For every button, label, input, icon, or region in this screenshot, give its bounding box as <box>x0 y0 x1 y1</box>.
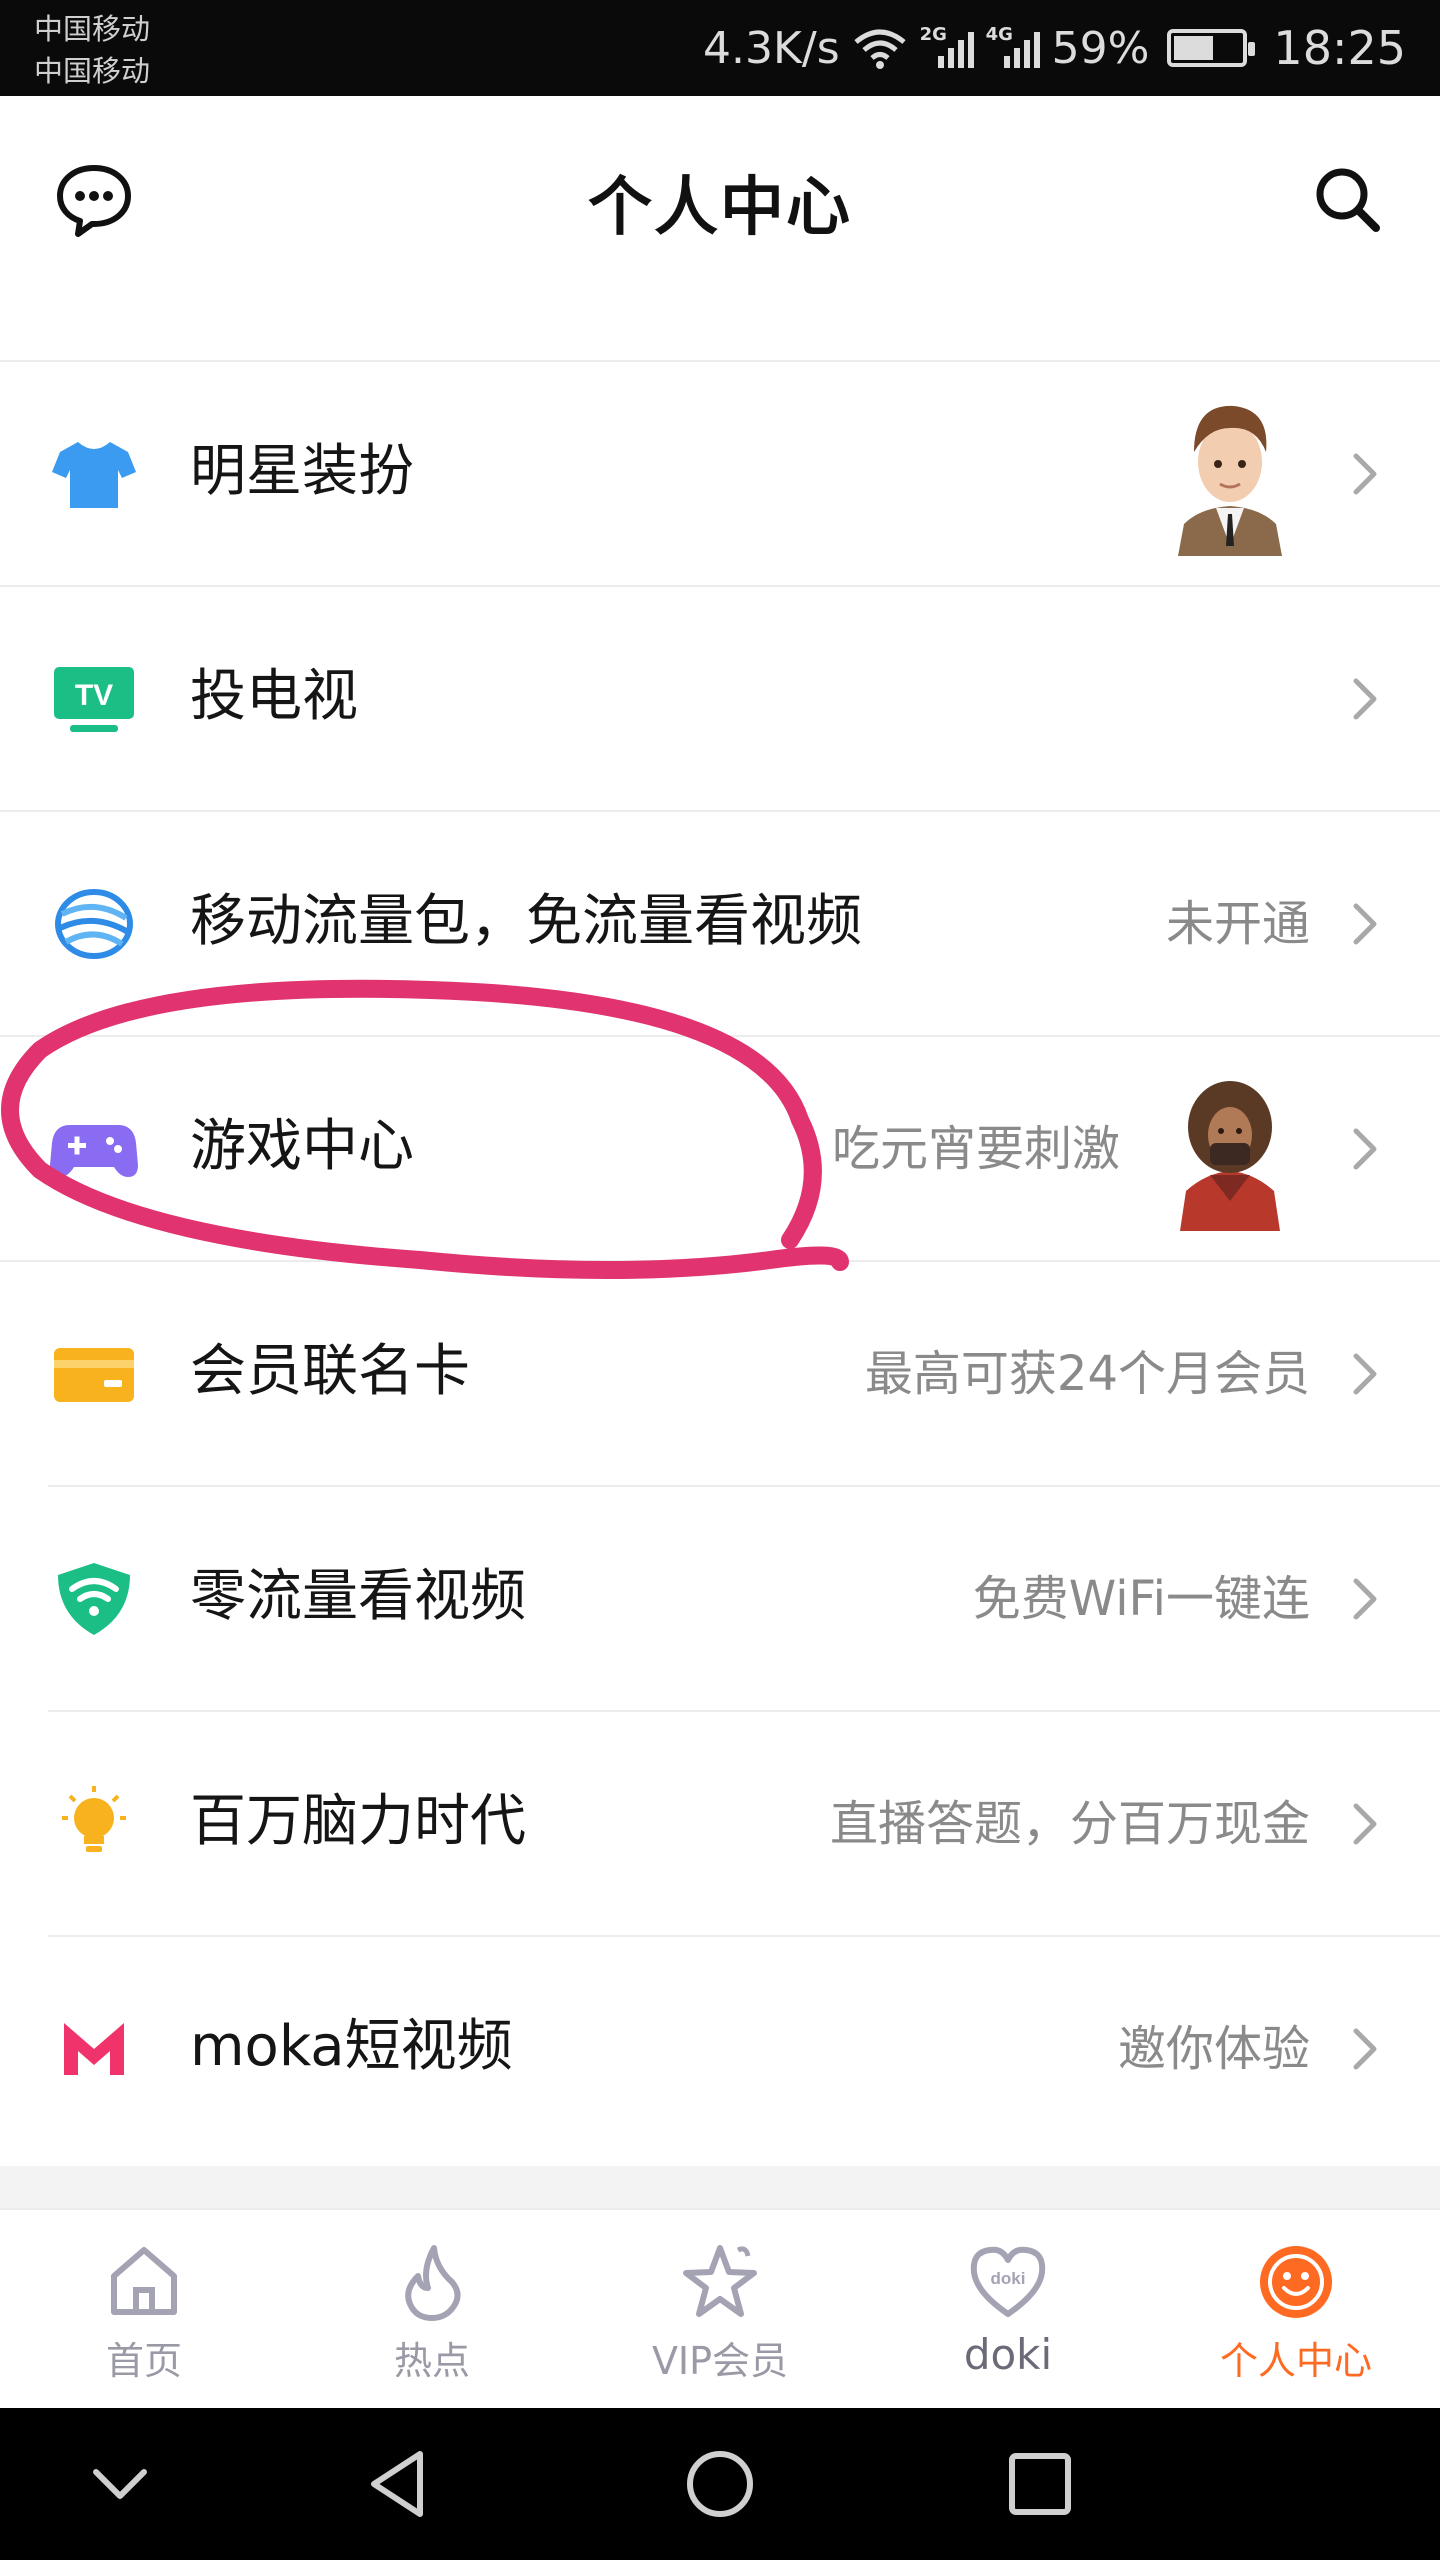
menu-item-brain-quiz[interactable]: 百万脑力时代 直播答题，分百万现金 <box>0 1712 1440 1937</box>
wifi-shield-icon <box>58 1563 130 1635</box>
recents-icon[interactable] <box>1000 2444 1080 2524</box>
card-icon <box>54 1348 134 1402</box>
system-nav-bar <box>0 2408 1440 2560</box>
home-icon <box>111 2247 177 2315</box>
menu-item-label: 游戏中心 <box>190 1114 414 1179</box>
menu-item-label: 百万脑力时代 <box>190 1789 526 1854</box>
smiley-icon <box>1260 2246 1332 2318</box>
chevron-right-icon <box>1353 903 1377 945</box>
chevron-right-icon <box>1353 1578 1377 1620</box>
menu-item-subtitle: 直播答题，分百万现金 <box>829 1796 1310 1852</box>
hide-keyboard-icon[interactable] <box>80 2444 160 2524</box>
game-character-image <box>1180 1081 1280 1231</box>
network-speed: 4.3K/s <box>703 22 840 74</box>
bottom-tab-bar: 首页 热点 VIP会员 doki doki 个人中心 <box>0 2208 1440 2408</box>
signal-4g-icon: 4G <box>986 24 1040 68</box>
menu-item-label: 会员联名卡 <box>190 1339 470 1404</box>
carrier-2: 中国移动 <box>34 54 151 88</box>
menu-item-subtitle: 未开通 <box>1165 896 1310 952</box>
menu-item-subtitle: 吃元宵要刺激 <box>831 1121 1120 1177</box>
tab-home[interactable]: 首页 <box>0 2210 288 2408</box>
svg-text:TV: TV <box>75 679 113 712</box>
menu-item-game-center[interactable]: 游戏中心 吃元宵要刺激 <box>0 1037 1440 1262</box>
tab-label: VIP会员 <box>651 2339 789 2383</box>
status-bar: 中国移动 中国移动 4.3K/s 2G 4G 59% 18:25 <box>0 0 1440 96</box>
tab-vip[interactable]: VIP会员 <box>576 2210 864 2408</box>
battery-level <box>1174 36 1214 60</box>
menu-item-member-card[interactable]: 会员联名卡 最高可获24个月会员 <box>0 1262 1440 1487</box>
clock: 18:25 <box>1273 21 1406 75</box>
menu-item-subtitle: 邀你体验 <box>1117 2021 1310 2077</box>
star-avatar-image <box>1178 405 1282 556</box>
menu-item-label: moka短视频 <box>190 2014 513 2079</box>
menu-item-star-dressup[interactable]: 明星装扮 <box>0 362 1440 587</box>
carrier-names: 中国移动 中国移动 <box>34 8 150 92</box>
chevron-right-icon <box>1353 2028 1377 2070</box>
status-indicators: 4.3K/s 2G 4G 59% 18:25 <box>703 0 1406 96</box>
back-icon[interactable] <box>360 2444 440 2524</box>
moka-logo-icon <box>64 2023 124 2075</box>
vip-star-icon <box>683 2245 757 2317</box>
menu-item-zero-data-video[interactable]: 零流量看视频 免费WiFi一键连 <box>0 1487 1440 1712</box>
china-mobile-icon <box>55 889 133 959</box>
menu-item-subtitle: 最高可获24个月会员 <box>864 1346 1310 1402</box>
menu-item-subtitle: 免费WiFi一键连 <box>972 1571 1310 1627</box>
tab-profile[interactable]: 个人中心 <box>1152 2210 1440 2408</box>
doki-heart-icon: doki <box>970 2246 1046 2317</box>
tab-label: 首页 <box>105 2339 182 2383</box>
signal-2g-icon: 2G <box>920 24 974 68</box>
tshirt-icon <box>52 442 136 508</box>
tab-label: doki <box>963 2330 1053 2379</box>
chevron-right-icon <box>1353 678 1377 720</box>
svg-text:doki: doki <box>991 2269 1026 2288</box>
net-2g-label: 2G <box>919 24 947 45</box>
search-icon[interactable] <box>1306 158 1390 242</box>
list-bottom-spacer <box>0 2166 1440 2208</box>
menu-item-label: 零流量看视频 <box>190 1564 526 1629</box>
wifi-icon <box>854 29 906 69</box>
battery-icon <box>1167 29 1256 67</box>
battery-percent: 59% <box>1051 22 1150 74</box>
lightbulb-icon <box>62 1786 126 1852</box>
tv-icon: TV <box>54 667 134 732</box>
menu-item-cast-tv[interactable]: TV 投电视 <box>0 587 1440 812</box>
gamepad-icon <box>50 1125 138 1177</box>
chevron-right-icon <box>1353 1353 1377 1395</box>
page-title: 个人中心 <box>588 171 852 245</box>
tab-label: 个人中心 <box>1219 2339 1372 2383</box>
menu-item-label: 移动流量包，免流量看视频 <box>190 889 862 954</box>
menu-item-label: 明星装扮 <box>190 439 414 504</box>
flame-icon <box>405 2245 461 2321</box>
chevron-right-icon <box>1353 1803 1377 1845</box>
home-circle-icon[interactable] <box>680 2444 760 2524</box>
tab-doki[interactable]: doki doki <box>864 2210 1152 2408</box>
menu-item-label: 投电视 <box>190 664 358 729</box>
menu-item-mobile-data[interactable]: 移动流量包，免流量看视频 未开通 <box>0 812 1440 1037</box>
tab-hot[interactable]: 热点 <box>288 2210 576 2408</box>
net-4g-label: 4G <box>985 24 1013 45</box>
carrier-1: 中国移动 <box>34 12 151 46</box>
tab-label: 热点 <box>393 2339 470 2383</box>
chevron-right-icon <box>1353 453 1377 495</box>
chevron-right-icon <box>1353 1128 1377 1170</box>
menu-list: 明星装扮 TV 投电视 移动流量包，免流量看视频 未开通 游戏中心 吃元宵要刺激… <box>0 362 1440 2162</box>
menu-item-moka-video[interactable]: moka短视频 邀你体验 <box>0 1937 1440 2162</box>
page-header: 个人中心 <box>0 96 1440 362</box>
